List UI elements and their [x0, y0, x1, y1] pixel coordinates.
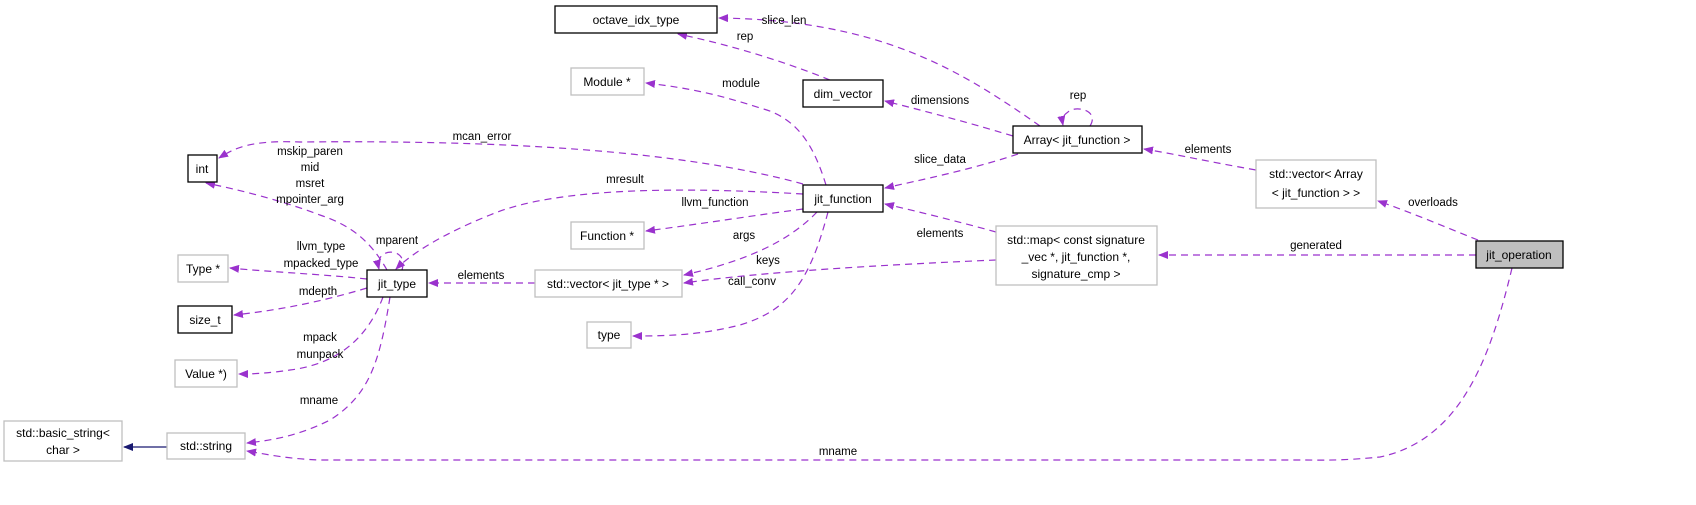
edge-mparent-self: mparent [372, 235, 419, 271]
node-label: Function * [580, 229, 634, 243]
node-map: std::map< const signature _vec *, jit_fu… [995, 225, 1158, 286]
edge-rep-dim-vector: rep [677, 31, 831, 81]
node-vector-jit-type: std::vector< jit_type * > [534, 269, 683, 298]
edge-label: mresult [606, 174, 645, 186]
edge-label: elements [917, 228, 964, 240]
edge-llvm-function: llvm_function [645, 197, 804, 234]
edge-elements-array: elements [1143, 144, 1257, 171]
node-label: Type * [186, 262, 220, 276]
edge-label: rep [737, 31, 754, 43]
edge-label: msret [296, 178, 326, 190]
edge-label: mpacked_type [284, 258, 359, 270]
edge-label: mskip_paren [277, 146, 343, 158]
edge-label: slice_data [914, 154, 966, 166]
edge-label: module [722, 78, 760, 90]
node-label: octave_idx_type [593, 13, 680, 27]
edge-mdepth: mdepth [233, 286, 368, 319]
edge-label: keys [756, 255, 780, 267]
edge-args: args [683, 211, 818, 277]
node-label: Array< jit_function > [1024, 133, 1131, 147]
edge-label: dimensions [911, 95, 969, 107]
edge-label: llvm_type [297, 241, 346, 253]
node-label: std::string [180, 439, 232, 453]
node-vector-array: std::vector< Array < jit_function > > [1255, 159, 1377, 209]
node-module-ptr: Module * [570, 67, 645, 96]
node-type-ptr: Type * [177, 254, 229, 283]
node-label: Module * [583, 75, 631, 89]
edge-slice-data: slice_data [884, 153, 1019, 190]
edge-label: slice_len [762, 15, 807, 27]
node-label: std::vector< jit_type * > [547, 277, 669, 291]
edge-rep-array-self: rep [1057, 90, 1093, 127]
node-size-t[interactable]: size_t [177, 305, 233, 334]
node-label: dim_vector [814, 87, 873, 101]
node-function-ptr: Function * [570, 221, 645, 250]
node-label: type [598, 328, 621, 342]
edge-label: munpack [297, 349, 344, 361]
edge-type-members: llvm_type mpacked_type [229, 241, 368, 280]
node-basic-string: std::basic_string< char > [3, 420, 123, 462]
edge-mname-jit-type: mname [246, 296, 391, 447]
edge-generated: generated [1158, 240, 1476, 259]
node-label: std::basic_string< [16, 426, 110, 440]
edge-label: mname [819, 446, 857, 458]
edge-slice-len: slice_len [718, 14, 1041, 127]
node-label: jit_function [813, 192, 871, 206]
edge-label: rep [1070, 90, 1087, 102]
edge-label: mid [301, 162, 320, 174]
edge-mname-operation: mname [246, 267, 1513, 461]
edge-label: call_conv [728, 276, 776, 288]
node-octave-idx-type[interactable]: octave_idx_type [554, 5, 718, 34]
node-int[interactable]: int [187, 154, 218, 183]
node-label: _vec *, jit_function *, [1021, 250, 1131, 264]
node-label: std::vector< Array [1269, 167, 1363, 181]
edge-overloads: overloads [1377, 197, 1479, 241]
node-value-ptr: Value *) [174, 359, 238, 388]
node-std-string: std::string [166, 432, 246, 460]
node-label: Value *) [185, 367, 227, 381]
edge-label: mpointer_arg [276, 194, 344, 206]
collaboration-diagram: slice_len rep dimensions rep module mcan… [3, 5, 1564, 462]
edge-label: mname [300, 395, 338, 407]
edge-value-members: mpack munpack [238, 296, 384, 378]
edge-label: generated [1290, 240, 1342, 252]
node-label: std::map< const signature [1007, 233, 1145, 247]
node-jit-operation: jit_operation [1475, 240, 1564, 269]
node-jit-function[interactable]: jit_function [802, 184, 884, 213]
node-label: jit_operation [1485, 248, 1551, 262]
node-label: size_t [189, 313, 221, 327]
edge-label: mcan_error [453, 131, 512, 143]
edge-elements-vector: elements [428, 270, 535, 287]
edge-label: mdepth [299, 286, 337, 298]
node-label: char > [46, 443, 80, 457]
node-jit-type[interactable]: jit_type [366, 269, 428, 298]
edge-label: elements [1185, 144, 1232, 156]
edge-module: module [645, 78, 827, 186]
node-label: signature_cmp > [1031, 267, 1120, 281]
edge-label: args [733, 230, 756, 242]
edge-label: elements [458, 270, 505, 282]
edge-elements-map: elements [884, 202, 997, 240]
edge-label: llvm_function [681, 197, 748, 209]
node-label: < jit_function > > [1272, 186, 1360, 200]
edge-label: mpack [303, 332, 337, 344]
node-array-jit-function[interactable]: Array< jit_function > [1012, 125, 1143, 154]
edge-label: overloads [1408, 197, 1458, 209]
node-label: jit_type [377, 277, 416, 291]
node-type: type [586, 321, 632, 349]
edge-label: mparent [376, 235, 419, 247]
node-dim-vector[interactable]: dim_vector [802, 79, 884, 108]
node-label: int [196, 162, 209, 176]
edge-dimensions: dimensions [884, 95, 1014, 137]
